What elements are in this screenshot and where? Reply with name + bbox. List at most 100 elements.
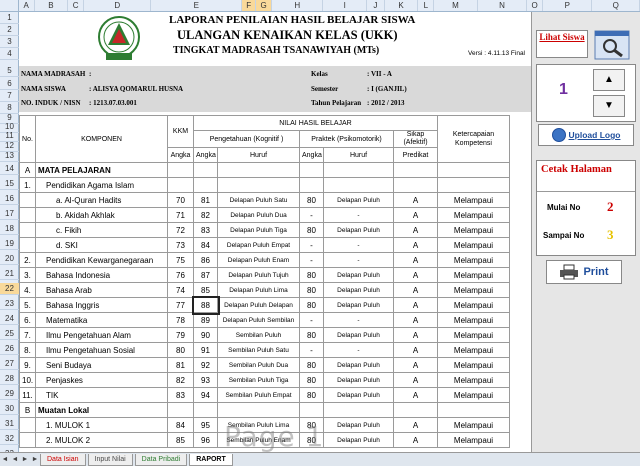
row-header-31[interactable]: 31: [0, 418, 19, 430]
cell-no[interactable]: [19, 417, 36, 433]
cell-huruf-praktek[interactable]: Delapan Puluh: [323, 417, 394, 433]
cell-huruf-praktek[interactable]: -: [323, 342, 394, 358]
cell-huruf-pengetahuan[interactable]: Delapan Puluh Dua: [217, 207, 300, 223]
row-header-21[interactable]: 21: [0, 268, 19, 280]
cell-spacer[interactable]: [510, 163, 532, 178]
cell-komponen[interactable]: Bahasa Indonesia: [35, 267, 168, 283]
cell-no[interactable]: 10.: [19, 372, 36, 388]
cell-predikat[interactable]: A: [393, 312, 438, 328]
cell-ketercapaian[interactable]: [437, 402, 510, 418]
row-header-29[interactable]: 29: [0, 388, 19, 400]
cell-no[interactable]: B: [19, 402, 36, 418]
cell-predikat[interactable]: [393, 177, 438, 193]
cell-huruf-praktek[interactable]: -: [323, 237, 394, 253]
cell-no[interactable]: 9.: [19, 357, 36, 373]
cell-ketercapaian[interactable]: [437, 177, 510, 193]
cell-komponen[interactable]: Bahasa Inggris: [35, 297, 168, 313]
cell-angka-praktek[interactable]: 80: [299, 387, 324, 403]
cell-angka-praktek[interactable]: -: [299, 312, 324, 328]
cell-huruf-pengetahuan[interactable]: Delapan Puluh Sembilan: [217, 312, 300, 328]
cell-ketercapaian[interactable]: Melampaui: [437, 342, 510, 358]
spin-down-button[interactable]: ▼: [593, 95, 625, 117]
row-header-5[interactable]: 5: [0, 65, 19, 77]
cell-komponen[interactable]: d. SKI: [35, 237, 168, 253]
cell-komponen[interactable]: MATA PELAJARAN: [35, 162, 168, 178]
select-all-corner[interactable]: [0, 0, 19, 11]
cell-huruf-pengetahuan[interactable]: Delapan Puluh Satu: [217, 192, 300, 208]
cell-angka-pengetahuan[interactable]: 91: [193, 342, 218, 358]
cell-spacer[interactable]: [510, 283, 532, 298]
cell-huruf-praktek[interactable]: Delapan Puluh: [323, 192, 394, 208]
cell-angka-praktek[interactable]: 80: [299, 267, 324, 283]
cell-spacer[interactable]: [510, 388, 532, 403]
cell-angka-praktek[interactable]: 80: [299, 372, 324, 388]
column-header-m[interactable]: M: [434, 0, 478, 11]
row-header-15[interactable]: 15: [0, 178, 19, 190]
column-header-p[interactable]: P: [543, 0, 593, 11]
cell-angka-praktek[interactable]: -: [299, 237, 324, 253]
cell-kkm[interactable]: [167, 177, 194, 193]
cell-huruf-pengetahuan[interactable]: Delapan Puluh Tujuh: [217, 267, 300, 283]
cell-no[interactable]: [19, 207, 36, 223]
row-header-23[interactable]: 23: [0, 298, 19, 310]
tab-last-icon[interactable]: ►: [30, 456, 40, 463]
cell-angka-pengetahuan[interactable]: [193, 402, 218, 418]
sheet-tab-data-isian[interactable]: Data Isian: [40, 453, 86, 466]
row-header-4[interactable]: 4: [0, 48, 19, 60]
cell-kkm[interactable]: 82: [167, 372, 194, 388]
cell-kkm[interactable]: 81: [167, 357, 194, 373]
cell-komponen[interactable]: 1. MULOK 1: [35, 417, 168, 433]
cell-angka-pengetahuan[interactable]: [193, 162, 218, 178]
cell-komponen[interactable]: Penjaskes: [35, 372, 168, 388]
cell-kkm[interactable]: 78: [167, 312, 194, 328]
column-header-q[interactable]: Q: [592, 0, 640, 11]
cell-huruf-pengetahuan[interactable]: Delapan Puluh Lima: [217, 282, 300, 298]
cell-huruf-praktek[interactable]: -: [323, 312, 394, 328]
cell-huruf-praktek[interactable]: -: [323, 207, 394, 223]
row-header-6[interactable]: 6: [0, 78, 19, 90]
cell-no[interactable]: [19, 192, 36, 208]
cell-spacer[interactable]: [510, 403, 532, 418]
column-header-j[interactable]: J: [367, 0, 385, 11]
row-header-25[interactable]: 25: [0, 328, 19, 340]
row-header-24[interactable]: 24: [0, 313, 19, 325]
cell-predikat[interactable]: A: [393, 297, 438, 313]
cell-huruf-pengetahuan[interactable]: Sembilan Puluh Tiga: [217, 372, 300, 388]
cell-predikat[interactable]: A: [393, 237, 438, 253]
cell-komponen[interactable]: Pendidikan Agama Islam: [35, 177, 168, 193]
cell-angka-pengetahuan[interactable]: 82: [193, 207, 218, 223]
cell-angka-praktek[interactable]: [299, 162, 324, 178]
cell-ketercapaian[interactable]: Melampaui: [437, 222, 510, 238]
mulai-value[interactable]: 2: [607, 199, 614, 215]
cell-no[interactable]: 2.: [19, 252, 36, 268]
tab-prev-icon[interactable]: ◄: [10, 456, 20, 463]
row-header-3[interactable]: 3: [0, 36, 19, 48]
row-header-19[interactable]: 19: [0, 238, 19, 250]
cell-no[interactable]: [19, 222, 36, 238]
cell-kkm[interactable]: 77: [167, 297, 194, 313]
cell-predikat[interactable]: A: [393, 282, 438, 298]
cell-predikat[interactable]: A: [393, 342, 438, 358]
cell-ketercapaian[interactable]: Melampaui: [437, 432, 510, 448]
column-header-b[interactable]: B: [35, 0, 69, 11]
column-header-n[interactable]: N: [478, 0, 528, 11]
cell-no[interactable]: 6.: [19, 312, 36, 328]
cell-kkm[interactable]: 80: [167, 342, 194, 358]
cell-huruf-praktek[interactable]: Delapan Puluh: [323, 327, 394, 343]
column-header-a[interactable]: A: [19, 0, 35, 11]
cell-huruf-praktek[interactable]: [323, 162, 394, 178]
cell-spacer[interactable]: [510, 223, 532, 238]
cell-predikat[interactable]: A: [393, 417, 438, 433]
cell-spacer[interactable]: [510, 268, 532, 283]
cell-predikat[interactable]: A: [393, 387, 438, 403]
row-header-13[interactable]: 13: [0, 150, 19, 162]
cell-kkm[interactable]: 72: [167, 222, 194, 238]
cell-huruf-pengetahuan[interactable]: Delapan Puluh Empat: [217, 237, 300, 253]
cell-kkm[interactable]: [167, 162, 194, 178]
row-header-17[interactable]: 17: [0, 208, 19, 220]
row-header-2[interactable]: 2: [0, 24, 19, 36]
cell-no[interactable]: 11.: [19, 387, 36, 403]
cell-kkm[interactable]: 83: [167, 387, 194, 403]
column-header-o[interactable]: O: [527, 0, 544, 11]
cell-angka-praktek[interactable]: 80: [299, 297, 324, 313]
